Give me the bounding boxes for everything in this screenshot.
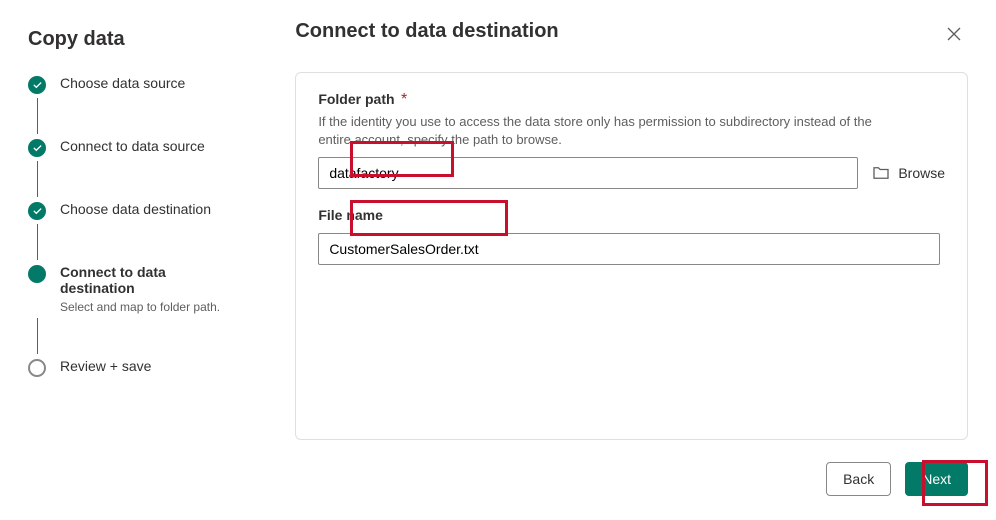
- folder-path-field: Folder path * If the identity you use to…: [318, 91, 945, 189]
- file-name-field: File name: [318, 207, 945, 265]
- connector: [37, 318, 38, 354]
- current-step-icon: [28, 265, 46, 283]
- pending-step-icon: [28, 359, 46, 377]
- connector: [37, 98, 38, 134]
- step-connect-to-data-destination[interactable]: Connect to data destination Select and m…: [28, 264, 243, 314]
- step-connect-to-data-source[interactable]: Connect to data source: [28, 138, 243, 157]
- sidebar: Copy data Choose data source Connect to …: [0, 0, 267, 520]
- folder-path-description: If the identity you use to access the da…: [318, 113, 878, 149]
- file-name-label: File name: [318, 207, 383, 223]
- folder-icon: [872, 166, 890, 180]
- back-button[interactable]: Back: [826, 462, 891, 496]
- browse-label: Browse: [898, 165, 945, 181]
- file-name-input[interactable]: [318, 233, 940, 265]
- sidebar-title: Copy data: [28, 28, 243, 51]
- next-button[interactable]: Next: [905, 462, 968, 496]
- folder-path-input[interactable]: [318, 157, 858, 189]
- main-panel: Connect to data destination Folder path …: [267, 0, 996, 520]
- close-icon: [946, 26, 962, 42]
- form-card: Folder path * If the identity you use to…: [295, 72, 968, 440]
- step-review-save[interactable]: Review + save: [28, 358, 243, 377]
- page-title: Connect to data destination: [295, 20, 558, 43]
- connector: [37, 224, 38, 260]
- browse-button[interactable]: Browse: [872, 165, 945, 181]
- checkmark-icon: [28, 139, 46, 157]
- folder-path-label: Folder path: [318, 91, 394, 107]
- step-choose-data-source[interactable]: Choose data source: [28, 75, 243, 94]
- connector: [37, 161, 38, 197]
- checkmark-icon: [28, 76, 46, 94]
- main-header: Connect to data destination: [295, 20, 968, 48]
- step-choose-data-destination[interactable]: Choose data destination: [28, 201, 243, 220]
- required-marker: *: [401, 91, 407, 108]
- checkmark-icon: [28, 202, 46, 220]
- close-button[interactable]: [940, 20, 968, 48]
- step-list: Choose data source Connect to data sourc…: [28, 75, 243, 377]
- footer: Back Next: [295, 462, 968, 496]
